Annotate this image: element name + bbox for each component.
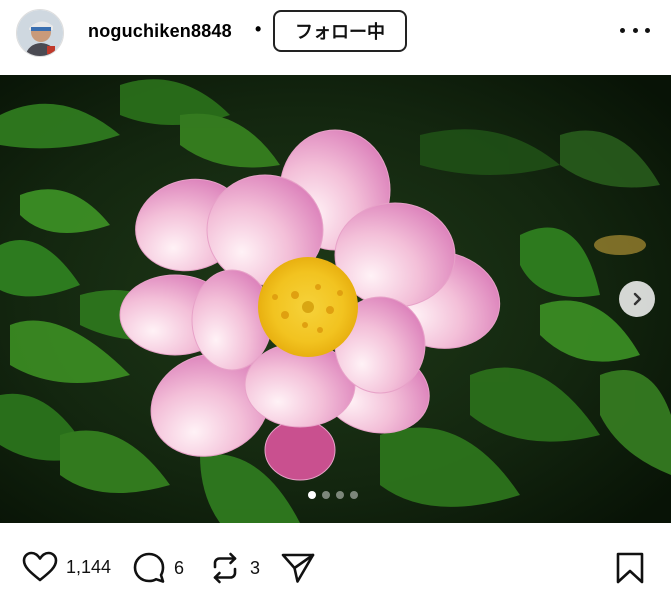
comment-count[interactable]: 6 — [174, 558, 184, 579]
bookmark-icon[interactable] — [615, 551, 645, 585]
share-action[interactable] — [280, 551, 316, 585]
post-image[interactable] — [0, 75, 671, 523]
paper-plane-icon[interactable] — [280, 551, 316, 585]
chevron-right-icon — [633, 292, 642, 306]
following-button[interactable]: フォロー中 — [273, 10, 407, 52]
more-horizontal-icon — [620, 27, 625, 33]
repost-count[interactable]: 3 — [250, 558, 260, 579]
repost-icon[interactable] — [208, 551, 242, 585]
comment-action[interactable]: 6 — [132, 551, 184, 585]
carousel-dot — [322, 491, 330, 499]
heart-icon[interactable] — [22, 551, 58, 583]
comment-bubble-icon[interactable] — [132, 551, 166, 585]
peony-flower-photo — [0, 75, 671, 523]
repost-action[interactable]: 3 — [208, 551, 260, 585]
more-horizontal-icon-dot — [645, 27, 650, 33]
save-action[interactable] — [615, 551, 645, 585]
carousel-indicator — [308, 491, 358, 499]
carousel-dot-active — [308, 491, 316, 499]
next-slide-button[interactable] — [619, 281, 655, 317]
post-action-bar: 1,144 6 3 — [0, 523, 671, 592]
like-action[interactable]: 1,144 — [22, 551, 111, 583]
carousel-dot — [350, 491, 358, 499]
separator-dot: • — [255, 19, 262, 39]
username[interactable]: noguchiken8848 — [88, 21, 232, 42]
carousel-dot — [336, 491, 344, 499]
like-count[interactable]: 1,144 — [66, 557, 111, 578]
post-header: noguchiken8848 • フォロー中 — [0, 0, 671, 75]
more-horizontal-icon-dot — [632, 27, 638, 33]
more-options-button[interactable] — [620, 20, 650, 40]
avatar[interactable] — [16, 9, 64, 57]
